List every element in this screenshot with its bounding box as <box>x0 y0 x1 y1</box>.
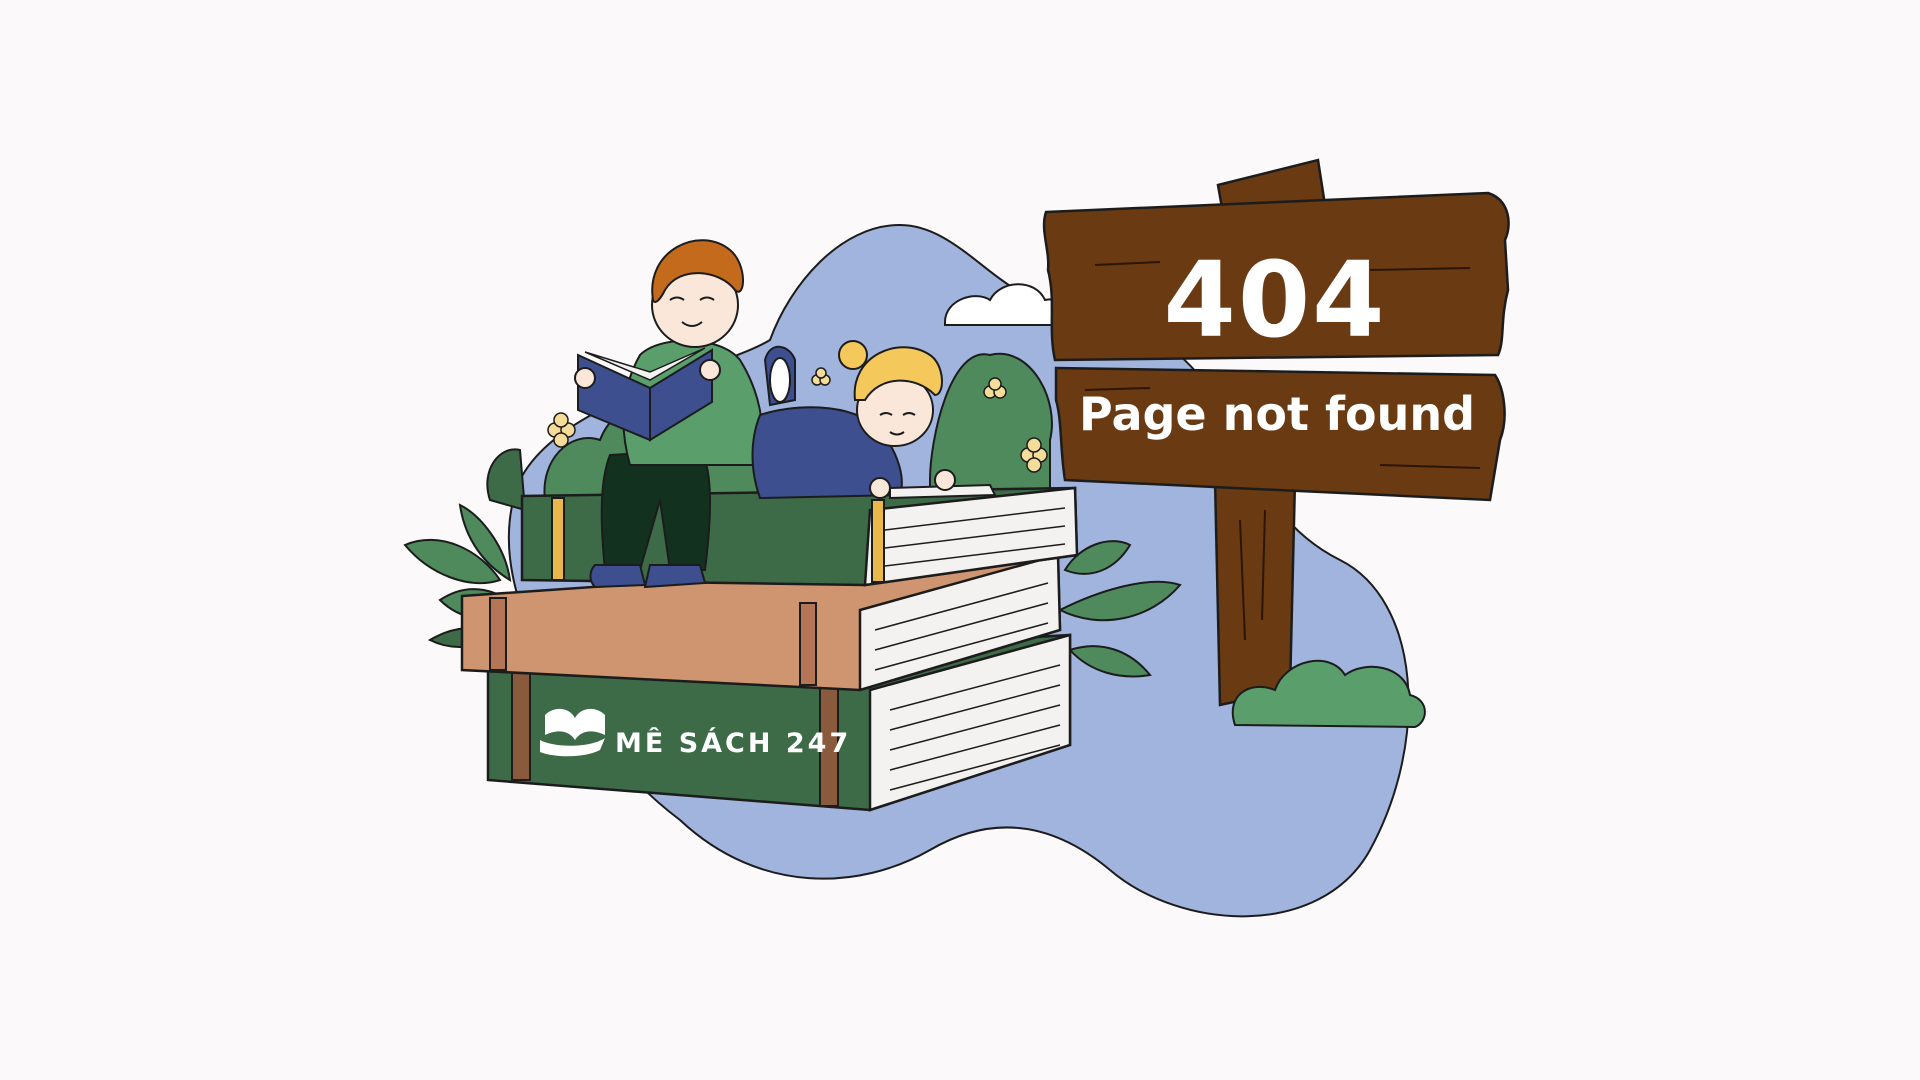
not-found-page: MÊ SÁCH 247 404 Page not found <box>0 0 1920 1080</box>
error-code: 404 <box>1163 239 1386 361</box>
not-found-illustration: MÊ SÁCH 247 404 Page not found <box>403 158 1510 918</box>
brand-logo-text: MÊ SÁCH 247 <box>615 727 851 759</box>
error-message: Page not found <box>1079 387 1475 441</box>
